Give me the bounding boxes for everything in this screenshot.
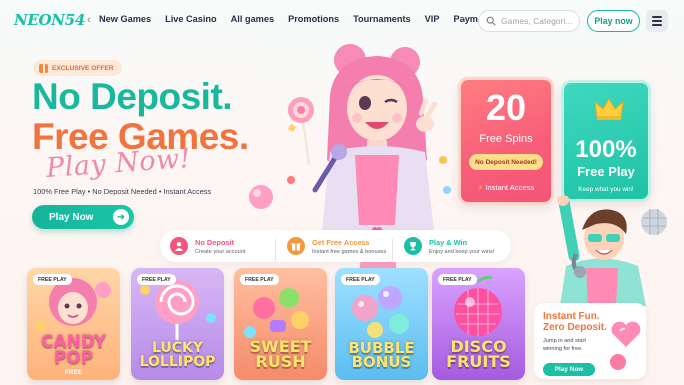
free-play-tag: FREE PLAY	[33, 274, 72, 285]
feature-free-access: Get Free Access Instant free games & bon…	[275, 237, 394, 261]
side-promo-title: Instant Fun. Zero Deposit.	[543, 311, 607, 333]
feature-subtitle: Create your account	[195, 248, 246, 255]
hero-play-now-button[interactable]: Play Now ➜	[32, 205, 134, 229]
free-play-tag: FREE PLAY	[137, 274, 176, 285]
header: NEON54 ‹ New Games Live Casino All games…	[0, 0, 684, 42]
side-play-now-button[interactable]: Play Now	[543, 363, 595, 376]
gift-icon	[287, 237, 305, 255]
game-tile-bubble-bonus[interactable]: FREE PLAY BUBBLE BONUS	[335, 268, 428, 380]
game-title: BUBBLE BONUS	[348, 338, 415, 371]
boy-character-illustration	[557, 196, 667, 306]
feature-title: No Deposit	[195, 237, 235, 247]
free-play-tag: FREE PLAY	[341, 274, 380, 285]
lightning-icon: ⚡	[477, 183, 484, 192]
search-input[interactable]	[501, 16, 575, 26]
free-play-tag: FREE PLAY	[438, 274, 477, 285]
main-nav: New Games Live Casino All games Promotio…	[99, 14, 511, 24]
free-play-card[interactable]: 100% Free Play Keep what you win!	[561, 80, 651, 202]
hero-features-line: 100% Free Play • No Deposit Needed • Ins…	[33, 187, 212, 196]
feature-subtitle: Instant free games & bonuses	[312, 248, 387, 255]
nav-all-games[interactable]: All games	[231, 14, 274, 24]
nav-tournaments[interactable]: Tournaments	[353, 14, 411, 24]
nav-live-casino[interactable]: Live Casino	[165, 14, 217, 24]
header-play-now-button[interactable]: Play now	[587, 10, 640, 32]
game-title: CANDY POP	[40, 331, 107, 368]
feature-subtitle: Enjoy and keep your wins!	[429, 248, 495, 255]
hamburger-menu-icon[interactable]	[646, 10, 668, 32]
game-title: DISCO FRUITS	[446, 336, 511, 371]
game-title: LUCKY LOLLIPOP	[139, 340, 216, 370]
feature-play-win: Play & Win Enjoy and keep your wins!	[392, 237, 511, 261]
hero-headline-1: No Deposit.	[32, 76, 233, 117]
gumball-decoration	[249, 185, 273, 209]
nav-vip[interactable]: VIP	[425, 14, 440, 24]
instant-fun-promo: Instant Fun. Zero Deposit. Jump in and s…	[534, 303, 646, 379]
free-play-tag: FREE PLAY	[240, 274, 279, 285]
game-title: SWEET RUSH	[249, 336, 312, 371]
side-promo-subtitle: Jump in and start winning for free.	[543, 338, 586, 352]
nav-promotions[interactable]: Promotions	[288, 14, 339, 24]
instant-access-label: ⚡ Instant Access	[477, 183, 535, 192]
trophy-icon	[404, 237, 422, 255]
game-subtitle: FREE	[64, 369, 83, 376]
offer-badge-label: EXCLUSIVE OFFER	[52, 64, 114, 72]
free-play-label: Free Play	[577, 164, 635, 179]
search-icon	[486, 16, 496, 26]
no-deposit-pill: No Deposit Needed!	[469, 154, 543, 170]
candy-icon	[610, 354, 626, 370]
free-play-percent: 100%	[575, 136, 637, 163]
crown-icon	[594, 98, 624, 120]
arrow-right-icon: ➜	[113, 209, 129, 225]
search-box[interactable]	[478, 10, 580, 32]
free-spins-card[interactable]: 20 Free Spins No Deposit Needed! ⚡ Insta…	[458, 77, 554, 205]
nav-prev-icon[interactable]: ‹	[87, 14, 91, 26]
exclusive-offer-badge: EXCLUSIVE OFFER	[33, 60, 122, 76]
game-tile-candy-pop[interactable]: FREE PLAY CANDY POP FREE	[27, 268, 120, 380]
free-spins-label: Free Spins	[479, 133, 533, 145]
gift-icon	[39, 63, 48, 73]
user-icon	[170, 237, 188, 255]
free-play-sub: Keep what you win!	[578, 186, 634, 193]
cta-label: Play Now	[49, 211, 94, 223]
game-tile-disco-fruits[interactable]: FREE PLAY DISCO FRUITS	[432, 268, 525, 380]
nav-new-games[interactable]: New Games	[99, 14, 151, 24]
free-spins-number: 20	[485, 87, 527, 128]
feature-no-deposit: No Deposit Create your account	[160, 237, 277, 255]
feature-title: Get Free Access	[312, 237, 370, 247]
heart-candy-icon	[611, 321, 641, 347]
feature-strip: No Deposit Create your account Get Free …	[160, 230, 511, 262]
nav-next-icon[interactable]: ›	[462, 14, 466, 26]
logo[interactable]: NEON54	[14, 11, 85, 29]
game-tile-lucky-lollipop[interactable]: FREE PLAY LUCKY LOLLIPOP	[131, 268, 224, 380]
game-tile-sweet-rush[interactable]: FREE PLAY SWEET RUSH	[234, 268, 327, 380]
feature-title: Play & Win	[429, 237, 468, 247]
